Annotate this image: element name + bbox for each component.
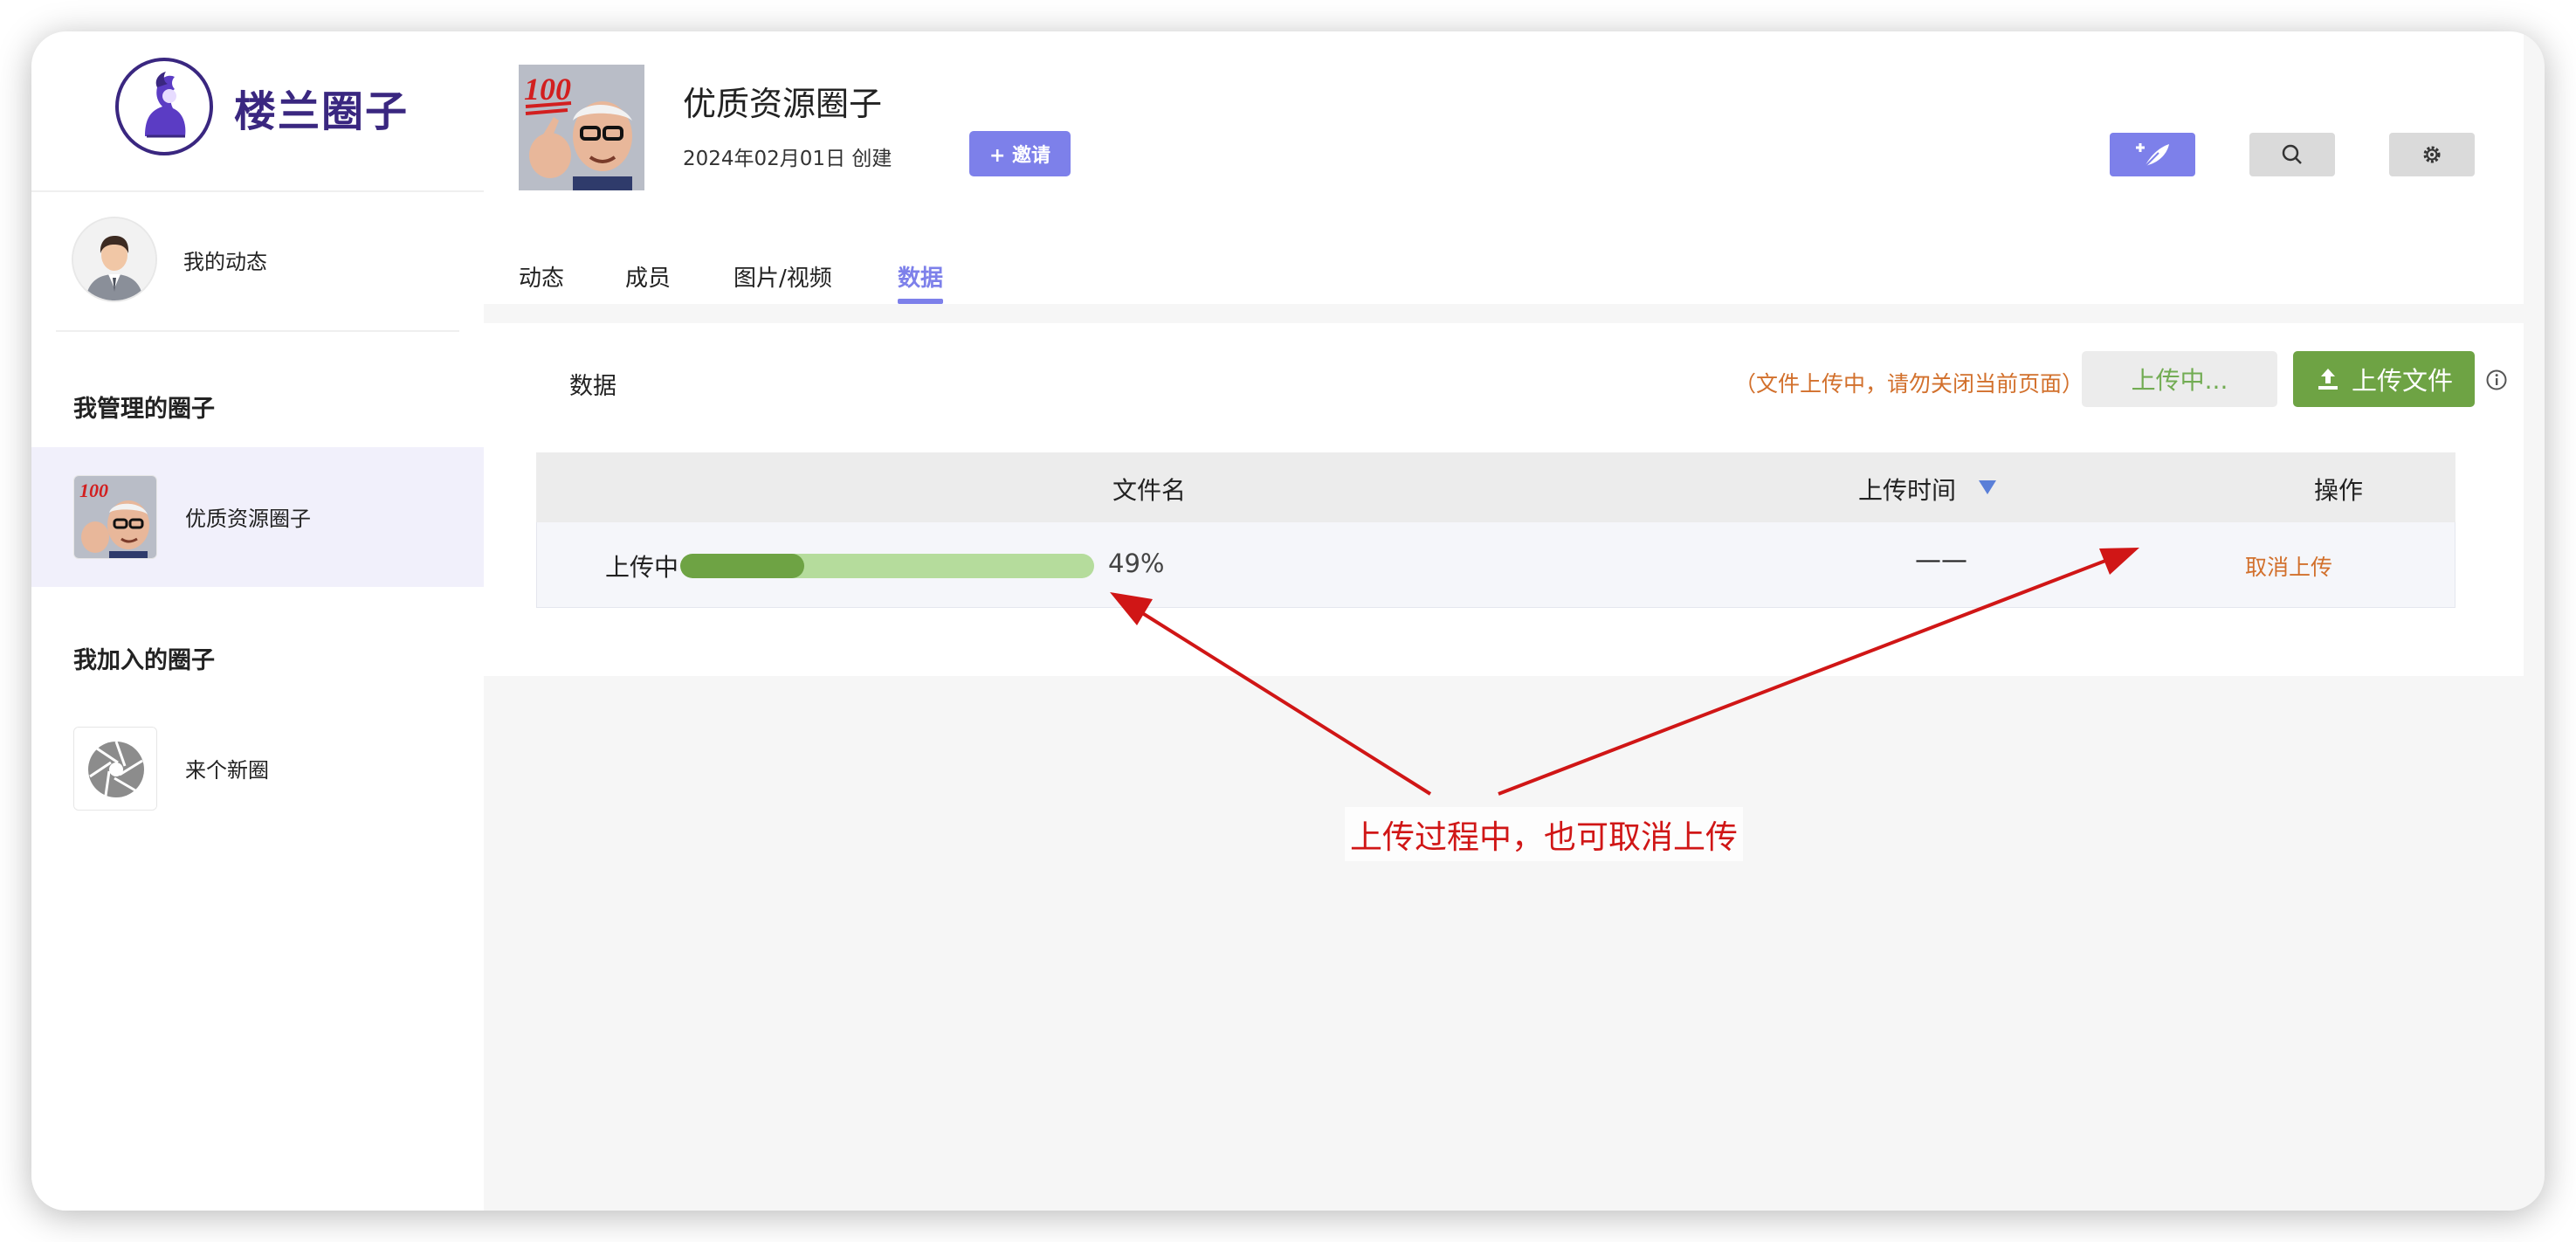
tab-feed[interactable]: 动态 xyxy=(519,260,564,293)
upload-status: 上传中 xyxy=(605,553,679,582)
data-panel: 数据 （文件上传中，请勿关闭当前页面） 上传中... 上传文件 文件名 上传时间 xyxy=(484,323,2524,676)
table-header: 文件名 上传时间 操作 xyxy=(536,452,2455,522)
info-icon[interactable] xyxy=(2485,369,2508,391)
upload-progress-text: 49% xyxy=(1108,549,1165,578)
invite-button[interactable]: + 邀请 xyxy=(969,131,1071,176)
joined-circles-title: 我加入的圈子 xyxy=(73,647,215,674)
cover-badge-text: 100 xyxy=(79,480,108,501)
annotation-label: 上传过程中，也可取消上传 xyxy=(1345,807,1743,861)
avatar xyxy=(72,217,157,302)
aperture-icon xyxy=(73,727,157,811)
divider xyxy=(56,330,459,332)
column-filename: 文件名 xyxy=(1112,476,1187,505)
upload-file-label: 上传文件 xyxy=(2351,366,2453,396)
sidebar-item-managed-circle[interactable]: 100 优质资源圈子 xyxy=(31,447,484,587)
app-window: 楼兰圈子 我的动态 我管理的圈子 100 优质资源圈子 我加入的圈子 来个新圈 … xyxy=(31,31,2545,1211)
panel-title: 数据 xyxy=(569,373,616,400)
search-button[interactable] xyxy=(2249,133,2335,176)
brand-logo xyxy=(115,58,213,155)
brand[interactable]: 楼兰圈子 xyxy=(115,58,430,159)
column-actions: 操作 xyxy=(2314,476,2364,505)
gear-icon xyxy=(2423,146,2441,163)
circle-label: 来个新圈 xyxy=(185,758,269,783)
uploading-button[interactable]: 上传中... xyxy=(2082,351,2277,407)
main-content: 100 优质资源圈子 2024年02月01日 创建 + 邀请 动态 成员 图片/… xyxy=(484,31,2545,1211)
upload-icon xyxy=(2318,369,2338,390)
feather-icon xyxy=(2136,143,2169,168)
circle-thumbnail: 100 xyxy=(73,475,157,559)
divider xyxy=(31,190,484,192)
sidebar-item-joined-circle[interactable]: 来个新圈 xyxy=(31,699,484,838)
my-feed-label: 我的动态 xyxy=(183,250,267,274)
tab-data[interactable]: 数据 xyxy=(898,260,943,293)
upload-file-button[interactable]: 上传文件 xyxy=(2293,351,2475,407)
group-title: 优质资源圈子 xyxy=(683,85,883,123)
upload-time-value: —— xyxy=(1915,545,1967,576)
tab-members[interactable]: 成员 xyxy=(625,260,671,293)
created-date: 2024年02月01日 创建 xyxy=(683,148,892,170)
sidebar: 楼兰圈子 我的动态 我管理的圈子 100 优质资源圈子 我加入的圈子 来个新圈 xyxy=(31,31,484,1211)
upload-progress-bar xyxy=(680,554,1094,578)
upload-progress-fill xyxy=(680,554,805,578)
sort-down-icon[interactable] xyxy=(1977,479,1998,496)
my-feed-item[interactable]: 我的动态 xyxy=(72,217,456,306)
new-post-button[interactable] xyxy=(2110,133,2195,176)
active-tab-indicator xyxy=(898,299,943,304)
table-row: 上传中 49% —— 取消上传 xyxy=(536,522,2455,608)
search-icon xyxy=(2282,144,2302,164)
tab-media[interactable]: 图片/视频 xyxy=(734,260,832,293)
managed-circles-title: 我管理的圈子 xyxy=(73,396,215,423)
circle-label: 优质资源圈子 xyxy=(185,507,311,531)
column-upload-time[interactable]: 上传时间 xyxy=(1858,472,1956,507)
group-cover-image: 100 xyxy=(519,65,644,190)
cover-badge-text: 100 xyxy=(524,72,571,107)
cancel-upload-link[interactable]: 取消上传 xyxy=(2245,550,2332,582)
settings-button[interactable] xyxy=(2389,133,2475,176)
upload-warning: （文件上传中，请勿关闭当前页面） xyxy=(1734,371,2084,397)
group-header: 100 优质资源圈子 2024年02月01日 创建 + 邀请 动态 成员 图片/… xyxy=(484,31,2524,304)
brand-name: 楼兰圈子 xyxy=(234,87,410,136)
